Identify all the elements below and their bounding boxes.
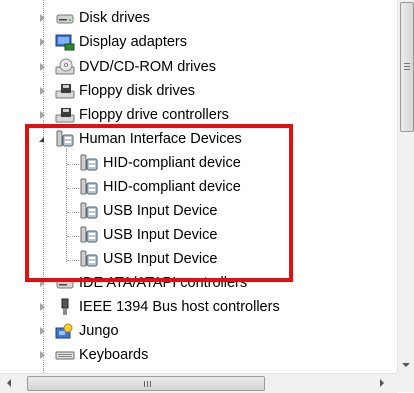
child-connector bbox=[67, 188, 79, 189]
tree-item-human-interface-devices[interactable]: Human Interface Devices bbox=[39, 127, 242, 151]
child-connector bbox=[67, 236, 79, 237]
hid-device-icon bbox=[79, 250, 99, 268]
tree-item-label: Keyboards bbox=[79, 347, 149, 363]
tree-item-dvd-drives[interactable]: DVD/CD-ROM drives bbox=[40, 55, 216, 79]
scrollbar-corner bbox=[397, 373, 414, 392]
tree-item-display-adapters[interactable]: Display adapters bbox=[40, 30, 187, 54]
floppy-drive-icon bbox=[55, 82, 75, 100]
scroll-grip-icon bbox=[404, 63, 410, 64]
tree-item-label: Floppy disk drives bbox=[79, 83, 196, 99]
tree-item-jungo[interactable]: Jungo bbox=[40, 319, 119, 343]
expand-arrow-icon[interactable] bbox=[40, 327, 45, 335]
expand-arrow-icon[interactable] bbox=[40, 303, 45, 311]
hid-device-icon bbox=[79, 202, 99, 220]
tree-item-label: IDE ATA/ATAPI controllers bbox=[79, 275, 248, 291]
expand-arrow-icon[interactable] bbox=[40, 279, 45, 287]
tree-item-label: USB Input Device bbox=[103, 227, 218, 243]
tree-item-label: USB Input Device bbox=[103, 251, 218, 267]
scroll-left-arrow-icon[interactable] bbox=[7, 379, 11, 387]
scroll-right-arrow-icon[interactable] bbox=[380, 379, 384, 387]
tree-item-label: HID-compliant device bbox=[103, 155, 241, 171]
tree-item-label: Disk drives bbox=[79, 10, 150, 26]
tree-item-label: HID-compliant device bbox=[103, 179, 241, 195]
tree-item-label: DVD/CD-ROM drives bbox=[79, 59, 216, 75]
expand-arrow-icon[interactable] bbox=[40, 38, 45, 46]
tree-child-hid-compliant-device[interactable]: HID-compliant device bbox=[79, 175, 241, 199]
disk-drive-icon bbox=[55, 9, 75, 27]
tree-item-label: Display adapters bbox=[79, 34, 187, 50]
child-connector bbox=[67, 212, 79, 213]
expand-arrow-icon[interactable] bbox=[40, 14, 45, 22]
scroll-down-arrow-icon[interactable] bbox=[402, 363, 410, 367]
horizontal-scrollbar[interactable] bbox=[0, 373, 397, 393]
horizontal-scroll-thumb[interactable] bbox=[27, 376, 265, 391]
dvd-drive-icon bbox=[55, 58, 75, 76]
tree-item-floppy-drive-controllers[interactable]: Floppy drive controllers bbox=[40, 103, 229, 127]
scroll-grip-icon bbox=[144, 381, 145, 387]
hid-device-icon bbox=[79, 154, 99, 172]
child-connector bbox=[67, 260, 79, 261]
hid-icon bbox=[55, 130, 75, 148]
hid-device-icon bbox=[79, 226, 99, 244]
jungo-icon bbox=[55, 322, 75, 340]
tree-item-ieee1394[interactable]: IEEE 1394 Bus host controllers bbox=[40, 295, 280, 319]
ide-controller-icon bbox=[55, 274, 75, 292]
child-connector bbox=[67, 164, 79, 165]
expand-arrow-icon[interactable] bbox=[40, 87, 45, 95]
tree-item-label: IEEE 1394 Bus host controllers bbox=[79, 299, 280, 315]
vertical-scrollbar[interactable] bbox=[397, 0, 414, 373]
tree-item-floppy-disk-drives[interactable]: Floppy disk drives bbox=[40, 79, 195, 103]
ieee1394-icon bbox=[55, 298, 75, 316]
keyboard-icon bbox=[55, 346, 75, 364]
tree-guide-line-children bbox=[66, 148, 67, 262]
tree-child-usb-input-device[interactable]: USB Input Device bbox=[79, 247, 217, 271]
expand-arrow-icon[interactable] bbox=[40, 63, 45, 71]
tree-child-usb-input-device[interactable]: USB Input Device bbox=[79, 199, 217, 223]
floppy-controller-icon bbox=[55, 106, 75, 124]
tree-item-keyboards[interactable]: Keyboards bbox=[40, 343, 148, 367]
hid-device-icon bbox=[79, 178, 99, 196]
tree-item-label: Jungo bbox=[79, 323, 119, 339]
expand-arrow-icon[interactable] bbox=[40, 351, 45, 359]
tree-child-hid-compliant-device[interactable]: HID-compliant device bbox=[79, 151, 241, 175]
tree-item-label: Human Interface Devices bbox=[79, 131, 242, 147]
tree-item-disk-drives[interactable]: Disk drives bbox=[40, 6, 150, 30]
vertical-scroll-thumb[interactable] bbox=[400, 2, 414, 132]
tree-item-label: USB Input Device bbox=[103, 203, 218, 219]
tree-item-ide-controllers[interactable]: IDE ATA/ATAPI controllers bbox=[40, 271, 247, 295]
device-tree[interactable]: Disk drives Display adapters DVD/CD-ROM … bbox=[0, 0, 397, 373]
display-adapter-icon bbox=[55, 33, 75, 51]
collapse-arrow-icon[interactable] bbox=[39, 137, 44, 142]
expand-arrow-icon[interactable] bbox=[40, 111, 45, 119]
tree-child-usb-input-device[interactable]: USB Input Device bbox=[79, 223, 217, 247]
tree-item-label: Floppy drive controllers bbox=[79, 107, 229, 123]
